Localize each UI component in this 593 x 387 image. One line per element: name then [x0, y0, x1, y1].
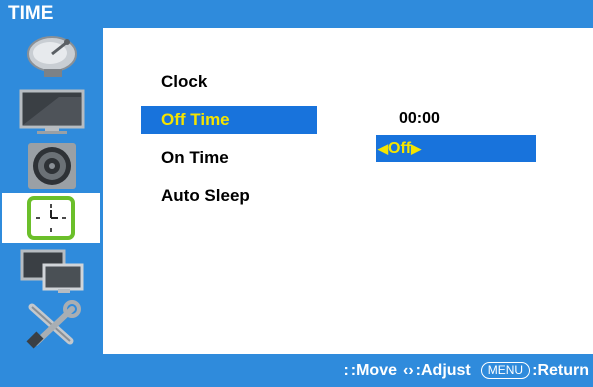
right-arrow-icon[interactable]: ▶ [411, 135, 421, 162]
off-time-value: Off [388, 140, 412, 157]
sidebar-item-time[interactable] [2, 193, 100, 243]
monitor-icon [19, 89, 85, 134]
adjust-hint: :Adjust [415, 361, 471, 379]
menu-item-on-time[interactable]: On Time [141, 144, 317, 172]
sidebar-item-picture[interactable] [10, 87, 94, 137]
left-arrow-icon[interactable]: ◀ [378, 135, 388, 162]
sidebar-item-setup[interactable] [10, 299, 94, 349]
speaker-icon [28, 143, 76, 189]
left-right-arrows-icon: ‹› [403, 361, 414, 379]
clock-time-value: 00:00 [399, 110, 440, 127]
up-down-arrows-icon: : [343, 361, 349, 379]
sidebar-item-pip[interactable] [10, 247, 94, 297]
time-menu-panel: Clock Off Time On Time Auto Sleep 00:00 … [103, 28, 593, 354]
satellite-dish-icon [27, 36, 77, 77]
return-hint: :Return [532, 361, 589, 379]
tools-icon [26, 300, 81, 349]
off-time-selector[interactable]: ◀Off▶ [376, 135, 536, 162]
menu-item-clock[interactable]: Clock [141, 68, 317, 96]
move-hint: :Move [350, 361, 397, 379]
pip-screens-icon [20, 249, 84, 293]
clock-icon [27, 196, 75, 240]
menu-title: TIME [8, 3, 54, 24]
menu-item-auto-sleep[interactable]: Auto Sleep [141, 182, 317, 210]
menu-item-off-time[interactable]: Off Time [141, 106, 317, 134]
menu-key-icon: MENU [480, 362, 531, 379]
sidebar-item-sound[interactable] [10, 141, 94, 191]
sidebar-item-channel[interactable] [10, 33, 94, 83]
key-hint-bar: : :Move ‹› :Adjust MENU :Return [0, 354, 593, 387]
category-sidebar [0, 28, 103, 354]
osd-menu: TIME Clock Off Time On Time Auto Sleep 0… [0, 0, 593, 387]
menu-title-bar: TIME [0, 0, 593, 28]
